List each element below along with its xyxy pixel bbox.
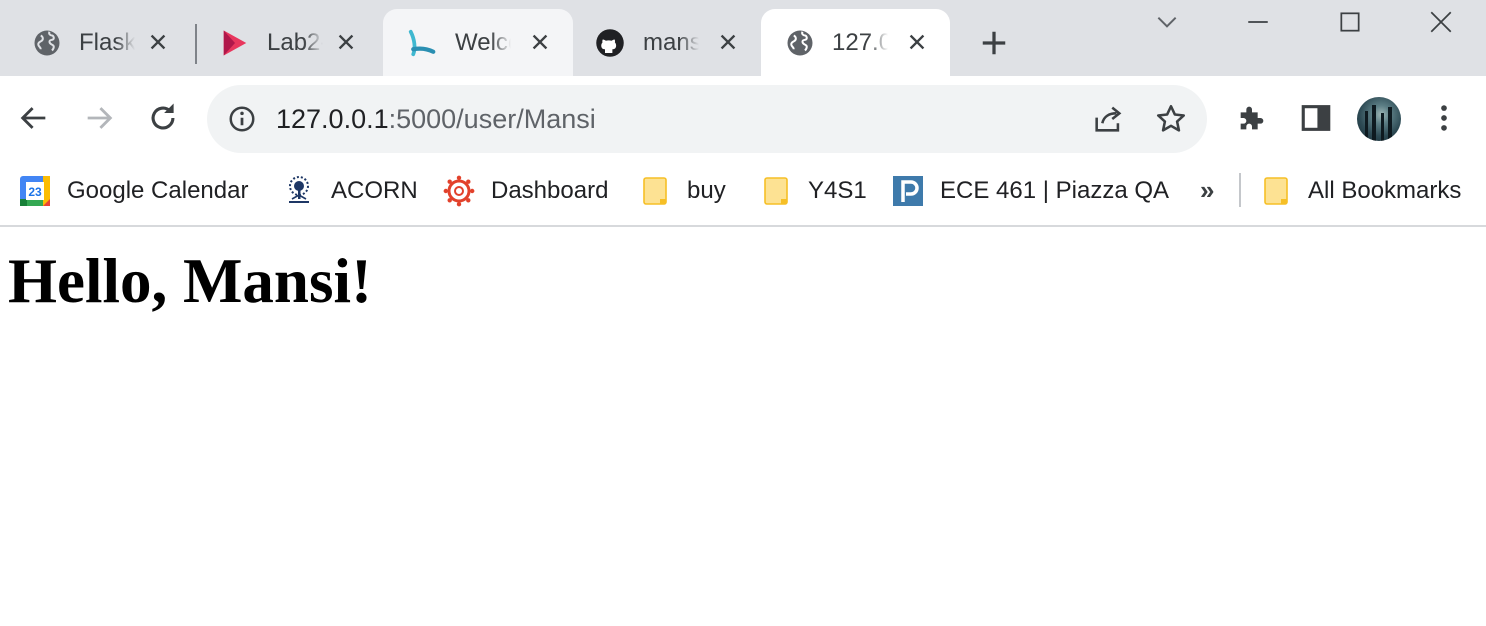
close-tab-icon[interactable] [529,31,551,53]
acorn-tree-icon [283,175,315,207]
url-path: :5000/user/Mansi [388,104,596,134]
tab-github-mansi[interactable]: mansi [573,9,761,76]
bookmark-label: Dashboard [491,177,609,204]
tab-title: Welcome [455,29,511,56]
tab-strip: Flask Web Development Lab2- Welcome mans… [0,0,1486,76]
bookmarks-separator [1239,173,1241,207]
folder-icon [760,175,792,207]
bookmark-google-calendar[interactable]: 23 Google Calendar [19,171,248,211]
github-icon [595,28,625,58]
close-tab-icon[interactable] [335,31,357,53]
minimize-icon[interactable] [1245,9,1271,35]
piazza-icon [892,175,924,207]
bookmark-acorn[interactable]: ACORN [283,171,418,211]
bookmark-label: Y4S1 [808,177,867,204]
plus-icon[interactable] [979,28,1009,58]
kebab-menu-icon[interactable] [1427,101,1461,135]
star-icon[interactable] [1154,102,1188,136]
reload-icon[interactable] [146,101,180,135]
globe-icon [32,28,62,58]
tab-active-localhost[interactable]: 127.0.0.1:5000/user/Mansi [761,9,950,76]
stream-play-icon [220,28,250,58]
close-window-icon[interactable] [1428,9,1454,35]
address-bar[interactable]: 127.0.0.1:5000/user/Mansi [207,85,1207,153]
close-tab-icon[interactable] [906,31,928,53]
avatar[interactable] [1357,97,1401,141]
folder-icon [639,175,671,207]
maximize-icon[interactable] [1337,9,1363,35]
globe-icon [785,28,815,58]
bookmark-folder-y4s1[interactable]: Y4S1 [760,171,867,211]
bookmark-label: Google Calendar [67,177,249,204]
tab-lab2[interactable]: Lab2- [188,9,383,76]
bookmarks-overflow-chevron[interactable]: » [1200,175,1214,206]
bookmark-piazza[interactable]: ECE 461 | Piazza QA [892,171,1169,211]
google-calendar-icon: 23 [19,175,51,207]
bookmark-folder-buy[interactable]: buy [639,171,726,211]
bookmarks-bar: 23 Google Calendar ACORN Dashboard buy Y… [0,163,1486,227]
tab-title: Lab2- [267,29,323,56]
close-tab-icon[interactable] [717,31,739,53]
page-heading: Hello, Mansi! [8,246,372,316]
share-icon[interactable] [1091,102,1125,136]
bookmark-label: ACORN [331,177,418,204]
browser-toolbar: 127.0.0.1:5000/user/Mansi [0,76,1486,163]
info-icon[interactable] [227,104,257,134]
tab-flask[interactable]: Flask Web Development [0,9,195,76]
arrow-right-icon[interactable] [82,101,116,135]
folder-icon [1260,175,1292,207]
bookmark-dashboard[interactable]: Dashboard [443,171,608,211]
arrow-left-icon[interactable] [17,101,51,135]
close-tab-icon[interactable] [147,31,169,53]
tab-title: Flask Web Development [79,29,135,56]
calendar-date-text: 23 [28,185,42,199]
bookmark-all-bookmarks[interactable]: All Bookmarks [1260,171,1461,211]
bookmark-label: All Bookmarks [1308,177,1462,204]
bookmark-label: ECE 461 | Piazza QA [940,177,1170,204]
bookmark-label: buy [687,177,726,204]
url-text[interactable]: 127.0.0.1:5000/user/Mansi [276,102,596,136]
codespace-icon [407,28,437,58]
side-panel-icon[interactable] [1299,101,1333,135]
tab-search-icon[interactable] [1154,9,1180,35]
canvas-dashboard-icon [443,175,475,207]
tab-title: 127.0.0.1:5000/user/Mansi [832,29,888,56]
tab-title: mansi [643,29,699,56]
url-host: 127.0.0.1 [276,104,389,134]
puzzle-icon[interactable] [1235,101,1269,135]
tab-welcome[interactable]: Welcome [383,9,573,76]
